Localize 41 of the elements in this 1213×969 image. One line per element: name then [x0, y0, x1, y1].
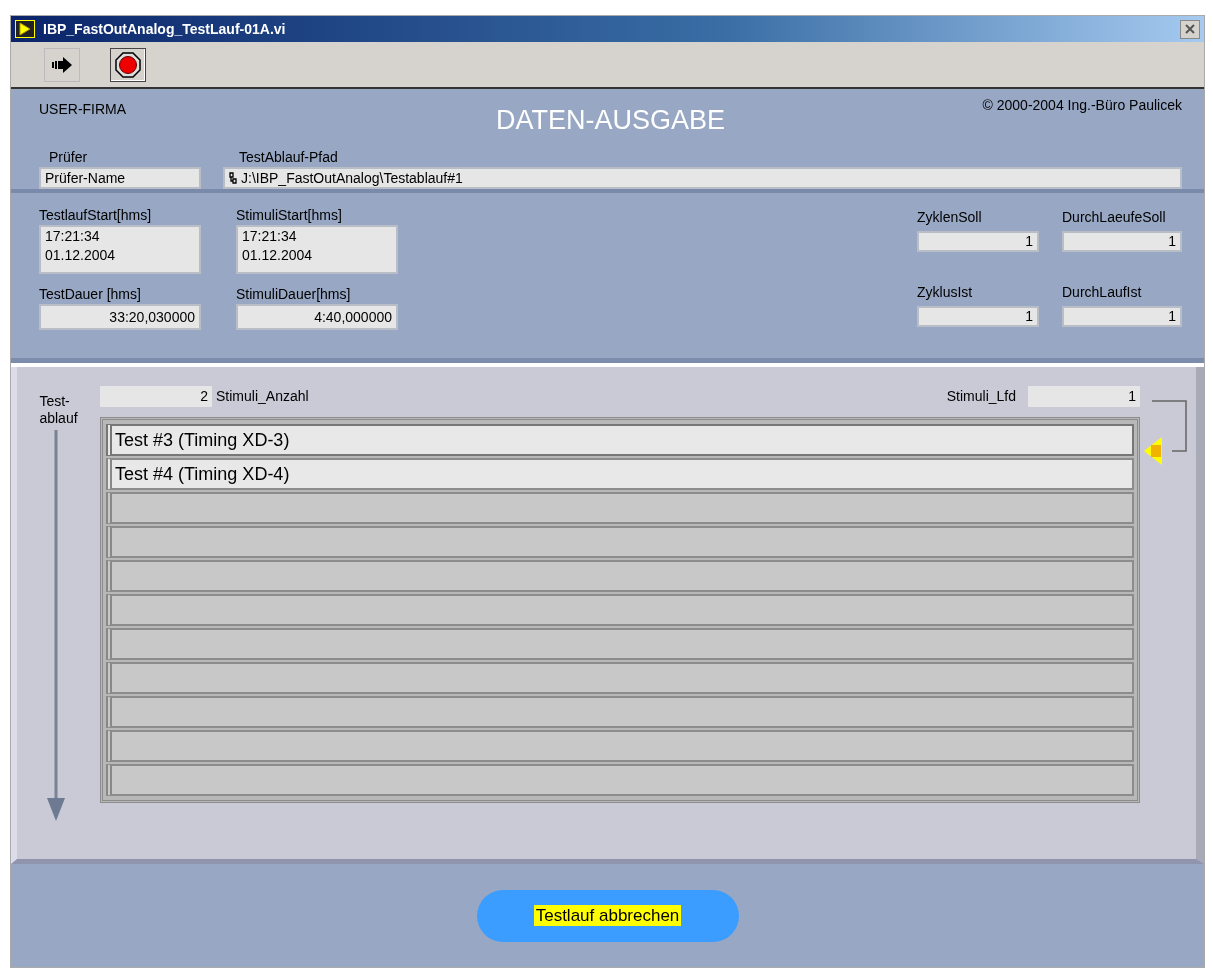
field-label: StimuliStart[hms]	[236, 206, 343, 225]
sequence-label: Test- ablauf	[39, 393, 78, 427]
current-index-label: Stimuli_Lfd	[946, 387, 1016, 406]
current-index-field: 1	[1028, 386, 1140, 407]
close-icon	[1184, 23, 1196, 35]
count-label: Stimuli_Anzahl	[216, 387, 309, 406]
app-icon	[15, 20, 35, 38]
stop-button[interactable]	[110, 47, 146, 82]
time-field: 33:20,030000	[39, 304, 201, 330]
counter-field: 1	[917, 306, 1039, 327]
run-arrow-icon	[50, 54, 74, 75]
field-label: DurchLaeufeSoll	[1062, 208, 1167, 227]
run-button[interactable]	[44, 47, 80, 82]
window-title: IBP_FastOutAnalog_TestLauf-01A.vi	[43, 19, 286, 39]
list-item[interactable]: Test #3 (Timing XD-3)	[106, 424, 1134, 456]
field-label: Prüfer	[49, 148, 89, 167]
counter-field: 1	[1062, 306, 1182, 327]
abort-button[interactable]: Testlauf abbrechen	[476, 889, 739, 942]
field-label: ZyklusIst	[917, 283, 974, 302]
stop-icon	[115, 51, 141, 78]
copyright-text: © 2000-2004 Ing.-Büro Paulicek	[981, 96, 1182, 115]
path-icon	[229, 172, 237, 184]
close-button[interactable]	[1180, 19, 1200, 39]
heading: DATEN-AUSGABE	[495, 105, 725, 135]
list-item[interactable]: Test #4 (Timing XD-4)	[106, 458, 1134, 490]
field-label: TestlaufStart[hms]	[39, 206, 153, 225]
field-label: ZyklenSoll	[917, 208, 983, 227]
field-label: TestAblauf-Pfad	[239, 148, 339, 167]
path-field: J:\IBP_FastOutAnalog\Testablauf#1	[223, 167, 1182, 189]
field-label: DurchLaufIst	[1062, 283, 1143, 302]
down-arrow-icon	[45, 430, 66, 822]
time-field: 17:21:34 01.12.2004	[39, 225, 201, 274]
time-field: 17:21:34 01.12.2004	[236, 225, 398, 274]
counter-field: 1	[917, 231, 1039, 252]
time-field: 4:40,000000	[236, 304, 398, 330]
counter-field: 1	[1062, 231, 1182, 252]
count-field: 2	[100, 386, 212, 407]
name-field: Prüfer-Name	[39, 167, 201, 189]
field-label: StimuliDauer[hms]	[236, 285, 352, 304]
company-label: USER-FIRMA	[39, 100, 128, 119]
field-label: TestDauer [hms]	[39, 285, 142, 304]
